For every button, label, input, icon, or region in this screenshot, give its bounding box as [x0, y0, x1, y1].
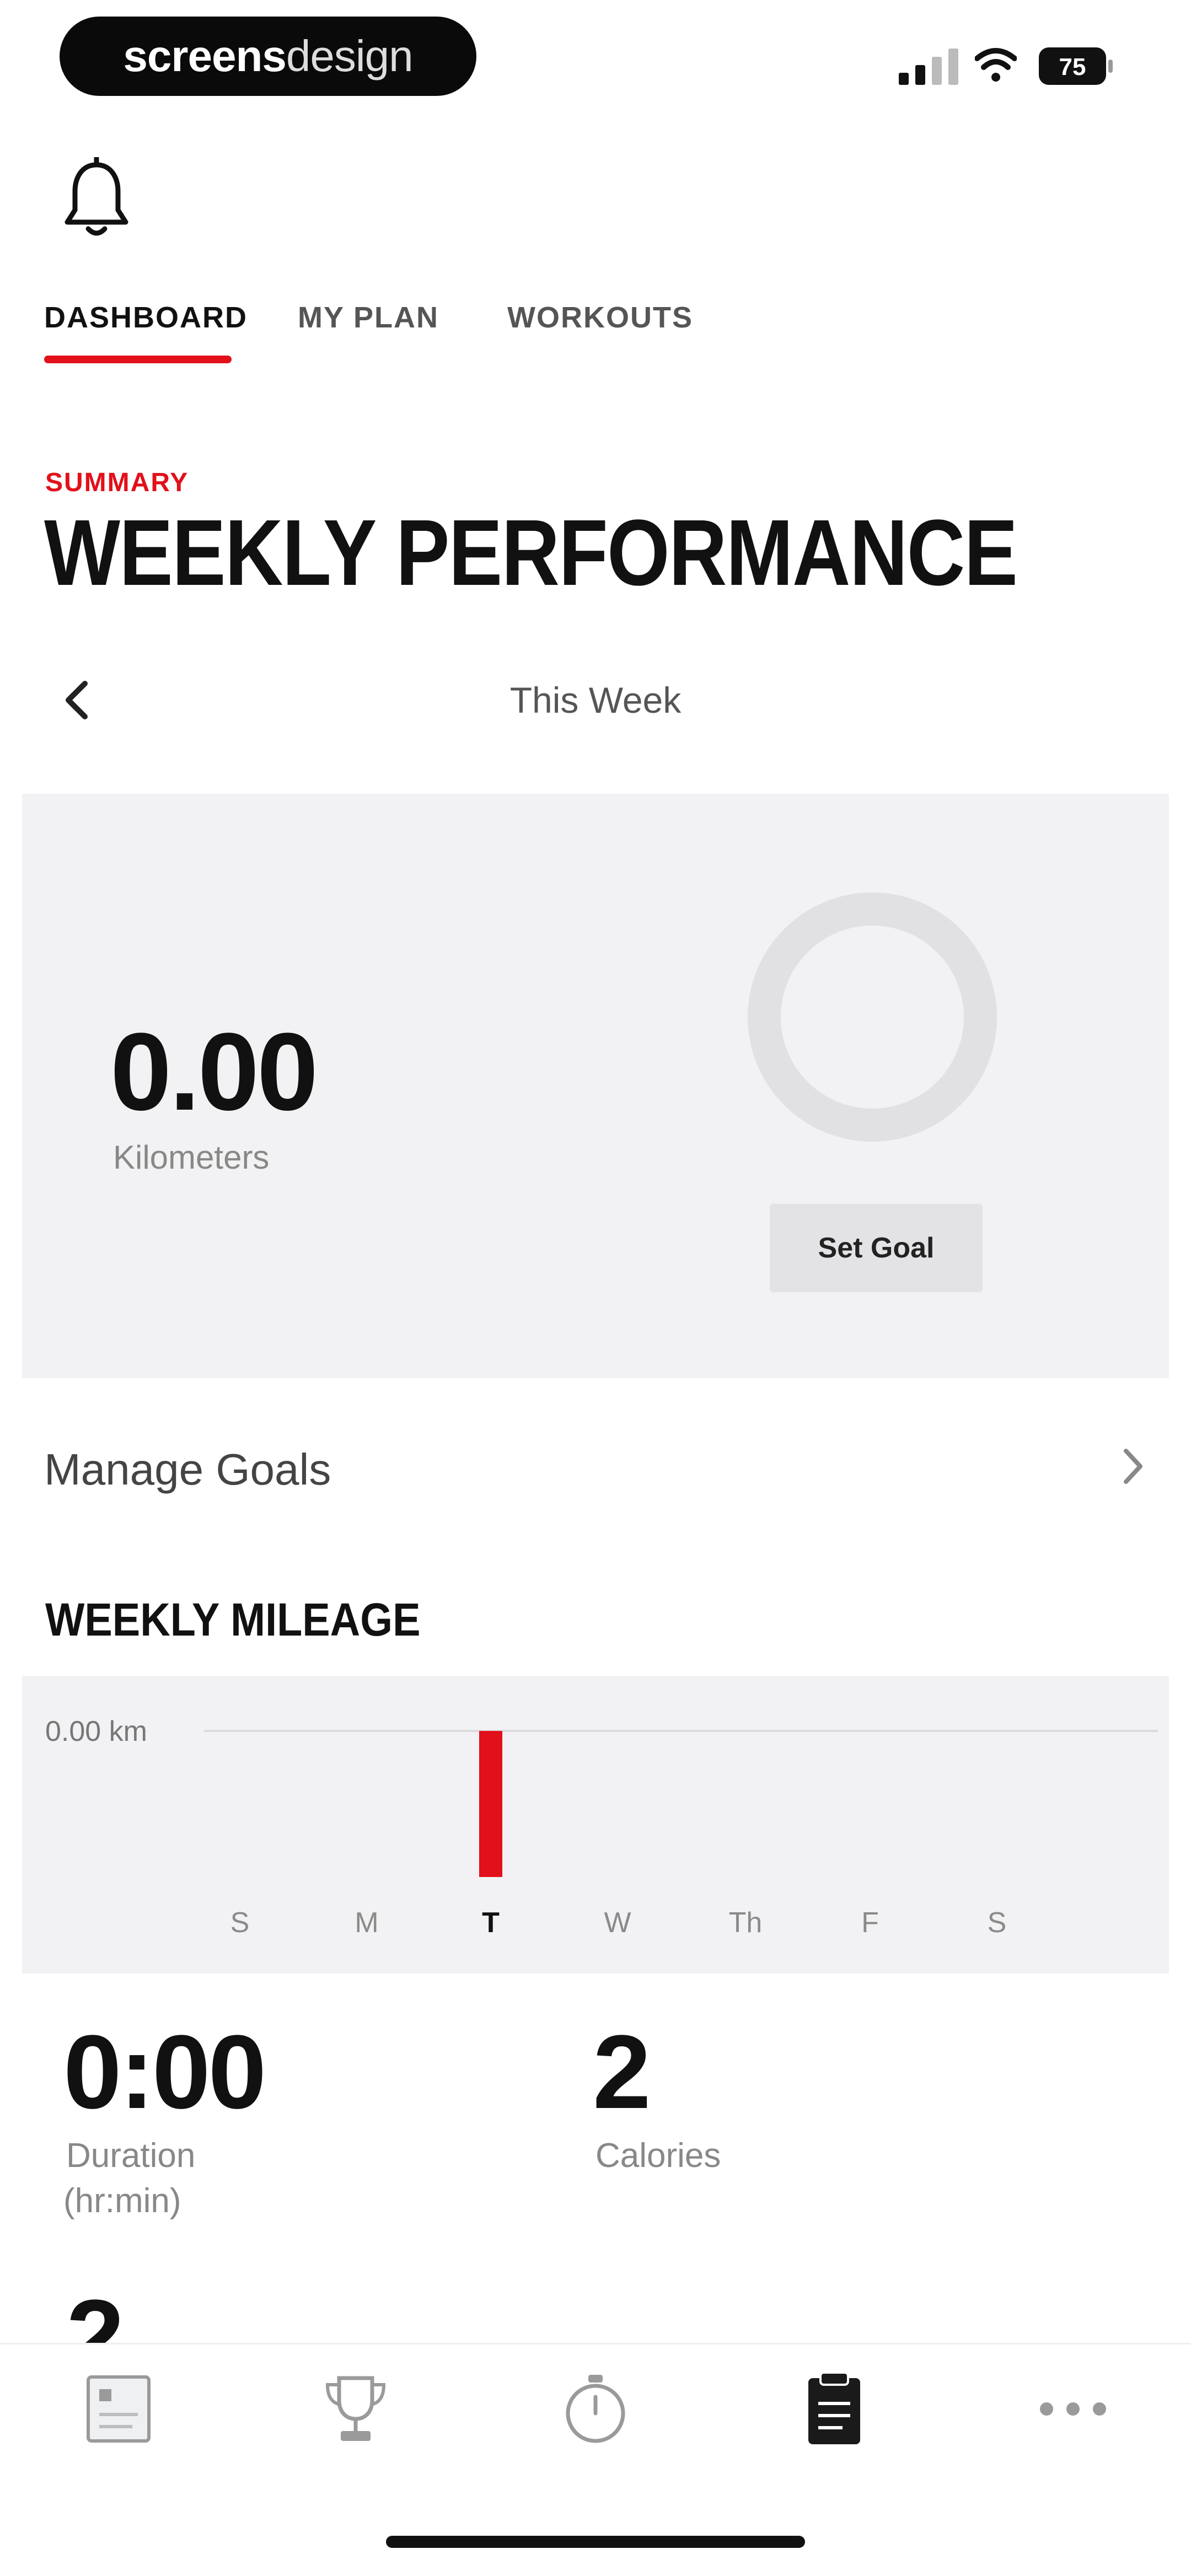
x-axis-tick-label-3: W [604, 1907, 631, 1939]
brand-badge: screens design [60, 17, 476, 96]
bell-icon[interactable] [61, 157, 132, 240]
battery-level: 75 [1059, 53, 1086, 80]
signal-icon [899, 49, 958, 85]
distance-value: 0.00 [110, 1010, 318, 1133]
x-axis-tick-label-0: S [230, 1907, 250, 1939]
x-axis-tick-label-1: M [355, 1907, 378, 1939]
week-label: This Week [509, 680, 682, 720]
weekly-mileage-chart: 0.00 km S M T W Th F S [45, 1715, 1158, 1939]
goal-progress-ring [748, 892, 997, 1142]
wifi-icon [975, 48, 1017, 82]
active-tab-indicator [44, 356, 232, 363]
stopwatch-icon[interactable] [560, 2370, 631, 2448]
third-stat-value: 2 [66, 2278, 122, 2348]
clipboard-icon[interactable] [798, 2370, 870, 2448]
x-axis-tick-label-2: T [482, 1907, 500, 1939]
weekly-mileage-title: WEEKLY MILEAGE [45, 1594, 421, 1645]
brand-text-secondary: design [286, 31, 414, 80]
x-axis-tick-label-5: F [861, 1907, 879, 1939]
duration-label: Duration [66, 2137, 196, 2175]
duration-value: 0:00 [63, 2014, 266, 2131]
battery-icon: 75 [1039, 47, 1113, 85]
tab-my-plan[interactable]: MY PLAN [298, 300, 439, 335]
more-icon[interactable] [1034, 2370, 1112, 2448]
calories-value: 2 [593, 2014, 651, 2131]
activity-log-icon[interactable] [83, 2370, 154, 2448]
x-axis-tick-label-4: Th [729, 1907, 763, 1939]
tab-dashboard[interactable]: DASHBOARD [44, 300, 248, 335]
chevron-right-icon [1124, 1449, 1142, 1484]
home-indicator[interactable] [386, 2536, 805, 2548]
set-goal-button[interactable]: Set Goal [770, 1204, 983, 1292]
chart-bar-2 [479, 1731, 502, 1877]
x-axis-tick-label-6: S [988, 1907, 1007, 1939]
trophy-icon[interactable] [320, 2370, 391, 2448]
page-title: WEEKLY PERFORMANCE [44, 501, 1018, 605]
y-axis-tick-label: 0.00 km [45, 1715, 147, 1747]
tab-workouts[interactable]: WORKOUTS [507, 300, 693, 335]
brand-text-primary: screens [123, 31, 286, 80]
duration-unit: (hr:min) [63, 2182, 181, 2220]
section-eyebrow: SUMMARY [45, 468, 189, 497]
manage-goals-label: Manage Goals [44, 1445, 331, 1494]
distance-unit: Kilometers [113, 1139, 270, 1176]
calories-label: Calories [596, 2137, 721, 2175]
